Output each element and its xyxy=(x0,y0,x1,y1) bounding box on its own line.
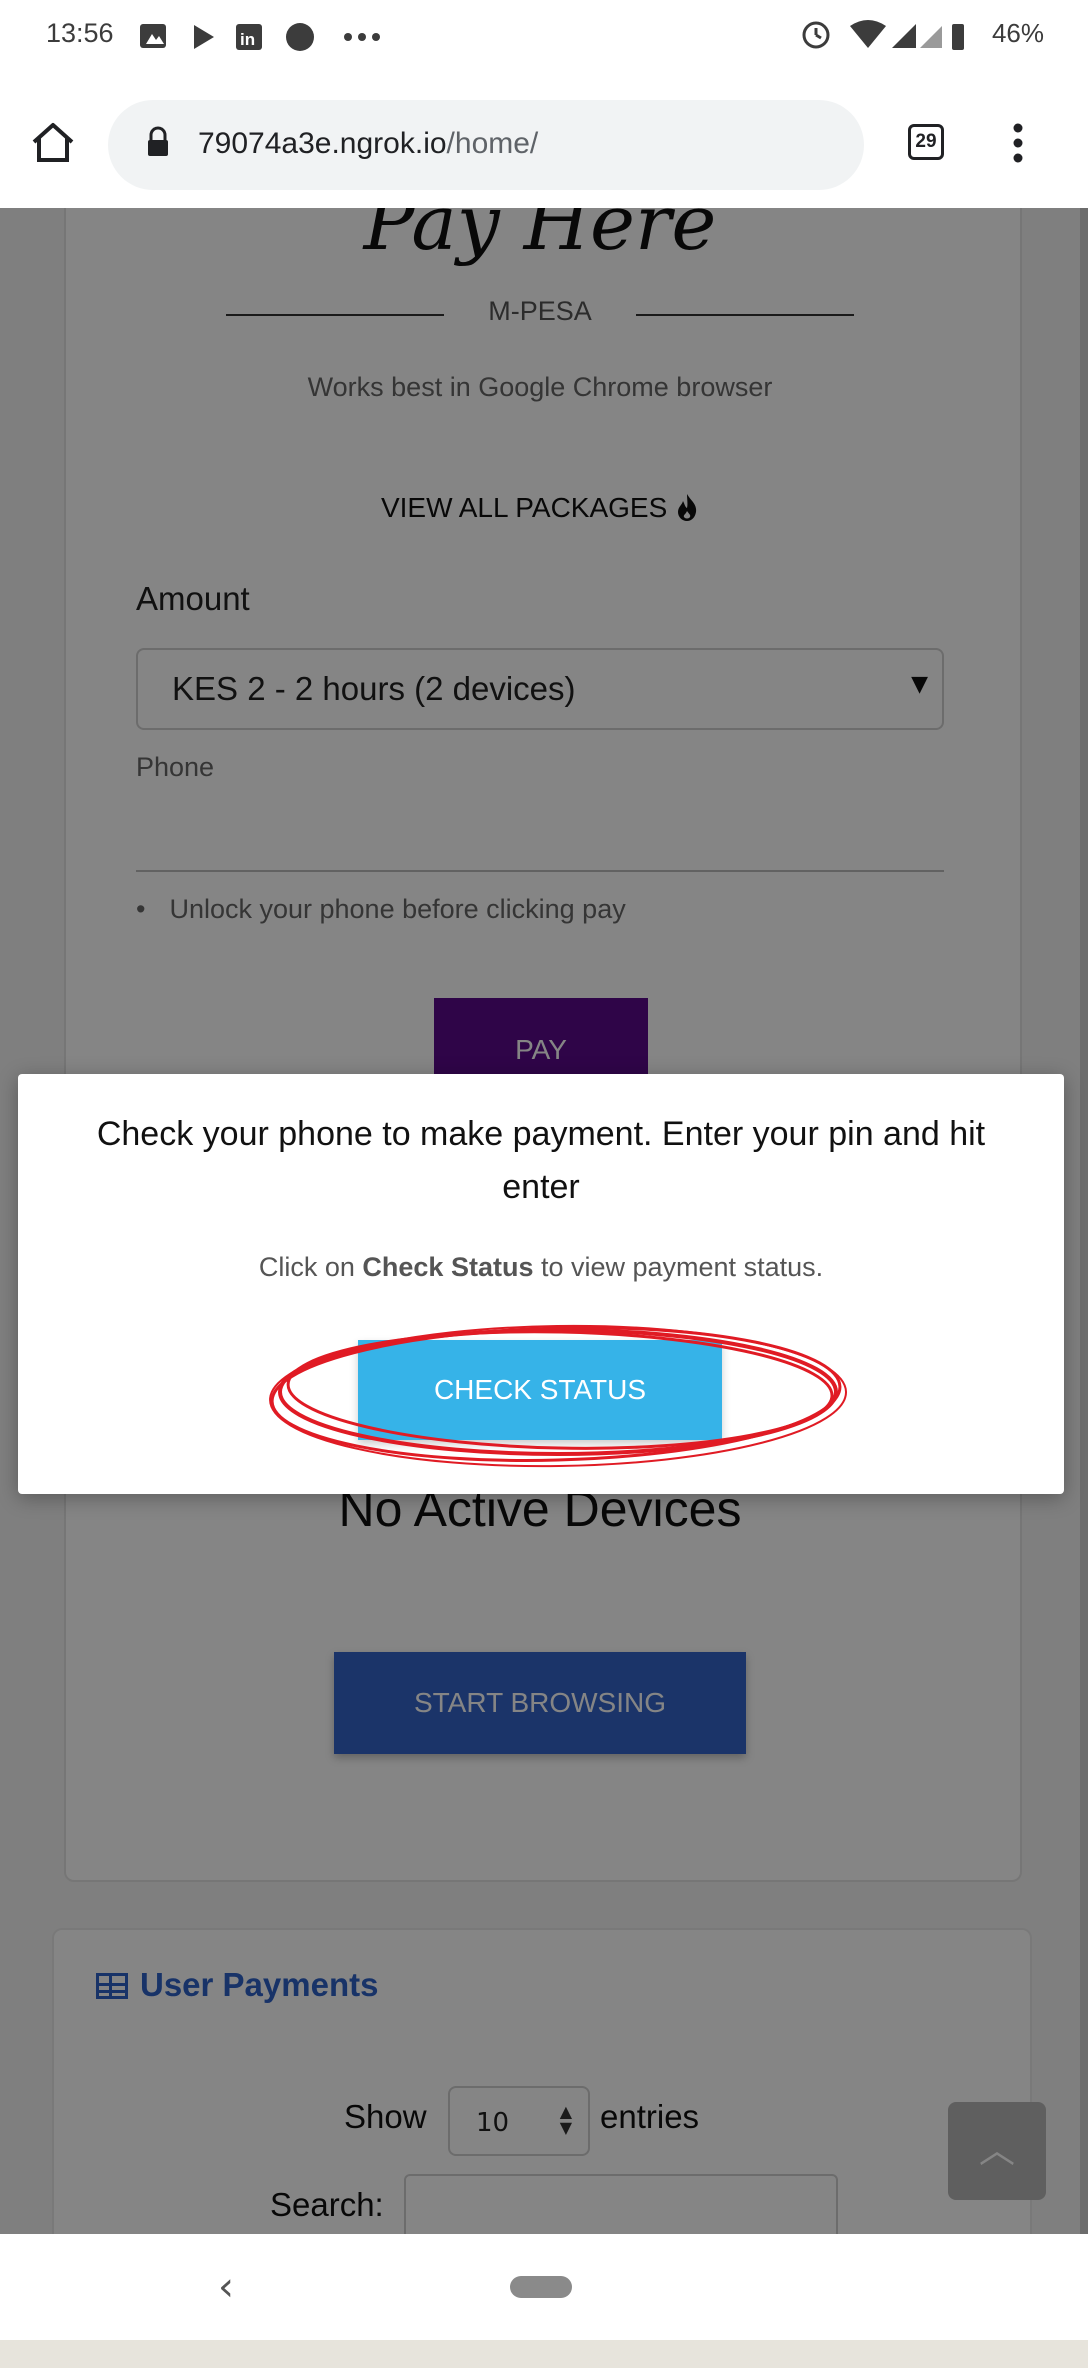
status-bar: 13:56 in 46% xyxy=(0,0,1088,72)
browser-menu-icon[interactable] xyxy=(1006,120,1030,166)
battery-percent: 46% xyxy=(991,18,1044,48)
url-path: /home/ xyxy=(446,127,539,160)
battery-icon xyxy=(952,24,964,50)
circle-icon xyxy=(286,23,314,51)
modal-text-after: to view payment status. xyxy=(533,1252,824,1282)
url-text[interactable]: 79074a3e.ngrok.io/home/ xyxy=(198,127,538,161)
bottom-strip xyxy=(0,2340,1088,2368)
notification-icons: in xyxy=(140,23,380,51)
modal-text-bold: Check Status xyxy=(362,1252,534,1282)
wifi-icon xyxy=(850,20,886,48)
modal-text: Click on Check Status to view payment st… xyxy=(18,1252,1064,1283)
modal-text-before: Click on xyxy=(258,1252,363,1282)
home-pill[interactable] xyxy=(510,2276,572,2298)
tab-switcher-button[interactable]: 29 xyxy=(908,124,944,160)
check-status-button[interactable]: CHECK STATUS xyxy=(358,1340,722,1440)
payment-modal: Check your phone to make payment. Enter … xyxy=(18,1074,1064,1494)
modal-title: Check your phone to make payment. Enter … xyxy=(96,1115,986,1206)
home-icon[interactable] xyxy=(30,120,76,166)
system-icons xyxy=(802,20,964,50)
status-time: 13:56 xyxy=(46,18,114,48)
url-host: 79074a3e.ngrok.io xyxy=(198,127,447,160)
play-icon xyxy=(194,25,214,49)
back-icon[interactable]: ‹ xyxy=(218,2264,234,2310)
svg-text:in: in xyxy=(240,30,255,49)
signal-icon xyxy=(892,24,916,48)
more-dots-icon xyxy=(344,33,352,41)
lock-icon xyxy=(148,126,168,156)
